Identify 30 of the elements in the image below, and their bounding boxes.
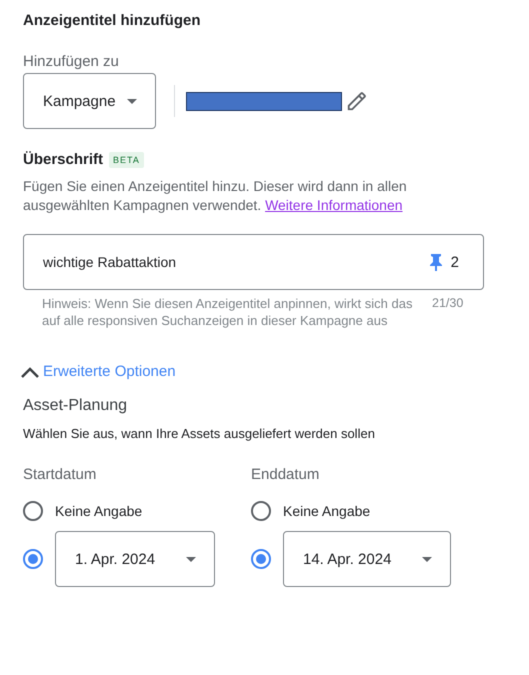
date-label: Enddatum xyxy=(251,466,320,484)
description-text: Wählen Sie aus, wann Ihre Assets ausgeliefert werden sollen xyxy=(23,426,376,442)
field-label: Hinzufügen zu xyxy=(23,53,120,71)
caret-icon xyxy=(186,556,196,562)
caret-icon xyxy=(422,556,432,562)
option-label: Keine Angabe xyxy=(55,503,142,519)
option-label: Keine Angabe xyxy=(283,503,370,519)
radio-button[interactable] xyxy=(23,501,43,521)
character-counter: 21/30 xyxy=(432,295,464,312)
radio-button[interactable] xyxy=(23,549,43,569)
section-title: Asset-Planung xyxy=(23,397,128,415)
pin-icon[interactable] xyxy=(428,253,443,271)
hint-text: Hinweis: Wenn Sie diesen Anzeigentitel anpinnen, wirkt sich das auf alle responsiven Suchanzeigen in dieser Kampagne aus xyxy=(42,295,414,329)
date-dropdown[interactable]: 1. Apr. 2024 xyxy=(55,531,215,587)
beta-badge: BETA xyxy=(109,152,144,168)
date-dropdown[interactable]: 14. Apr. 2024 xyxy=(283,531,451,587)
description-text: Fügen Sie einen Anzeigentitel hinzu. Dieser wird dann in allen ausgewählten Kampagnen verwendet. Weitere Informationen xyxy=(23,177,408,215)
pencil-icon[interactable] xyxy=(346,90,368,112)
panel-title: Anzeigentitel hinzufügen xyxy=(23,12,202,30)
radio-button[interactable] xyxy=(251,501,271,521)
headline-input[interactable]: wichtige Rabattaktion 2 xyxy=(23,234,484,290)
campaign-dropdown[interactable]: Kampagne xyxy=(23,73,156,129)
date-label: Startdatum xyxy=(23,466,98,484)
pin-position: 2 xyxy=(450,254,459,270)
advanced-options-toggle[interactable]: Erweiterte Optionen xyxy=(20,363,176,380)
caret-icon xyxy=(127,98,137,104)
more-info-link[interactable]: Weitere Informationen xyxy=(265,197,403,213)
section-title: Überschrift xyxy=(23,151,104,169)
chevron-icon xyxy=(20,366,40,378)
radio-button[interactable] xyxy=(251,549,271,569)
